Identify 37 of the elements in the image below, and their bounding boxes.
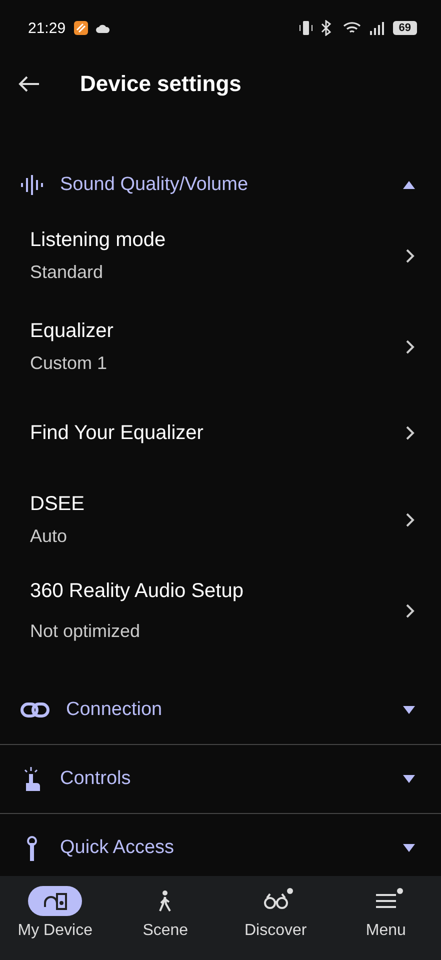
headphones-speaker-icon	[43, 892, 68, 910]
expand-icon	[403, 706, 415, 714]
walking-person-icon	[157, 890, 174, 912]
expand-icon	[403, 775, 415, 783]
nav-tab[interactable]: Menu	[330, 876, 441, 960]
signal-icon	[368, 21, 385, 35]
page-title: Device settings	[80, 71, 242, 97]
menu-icon	[374, 893, 397, 909]
status-time: 21:29	[28, 20, 66, 36]
nav-tab[interactable]: Discover	[220, 876, 331, 960]
link-icon	[20, 702, 50, 718]
cloud-icon	[96, 24, 110, 32]
section-header[interactable]: Sound Quality/Volume	[0, 160, 441, 210]
waveform-icon	[20, 173, 44, 197]
app-notification-icon	[74, 21, 88, 35]
chevron-right-icon	[405, 602, 415, 618]
setting-item[interactable]: Listening mode Standard	[0, 210, 441, 301]
wifi-icon	[342, 21, 361, 35]
chevron-right-icon	[405, 512, 415, 528]
chevron-right-icon	[405, 248, 415, 264]
setting-item[interactable]: DSEE Auto	[0, 474, 441, 565]
nav-tab[interactable]: My Device	[0, 876, 110, 960]
setting-item[interactable]: Find Your Equalizer	[0, 392, 441, 474]
chevron-right-icon	[405, 338, 415, 354]
vibrate-icon	[298, 20, 313, 36]
section-header[interactable]: Quick Access	[0, 814, 441, 876]
binoculars-icon	[262, 892, 289, 910]
section-header[interactable]: Connection	[0, 676, 441, 744]
collapse-icon	[403, 181, 415, 189]
battery-level: 69	[392, 21, 417, 35]
back-arrow-icon[interactable]	[18, 75, 40, 93]
nav-tab[interactable]: Scene	[110, 876, 220, 960]
expand-icon	[403, 844, 415, 852]
setting-item[interactable]: 360 Reality Audio Setup Not optimized	[0, 565, 441, 656]
section-header[interactable]: Controls	[0, 745, 441, 813]
setting-item[interactable]: Equalizer Custom 1	[0, 301, 441, 392]
chevron-right-icon	[405, 425, 415, 441]
